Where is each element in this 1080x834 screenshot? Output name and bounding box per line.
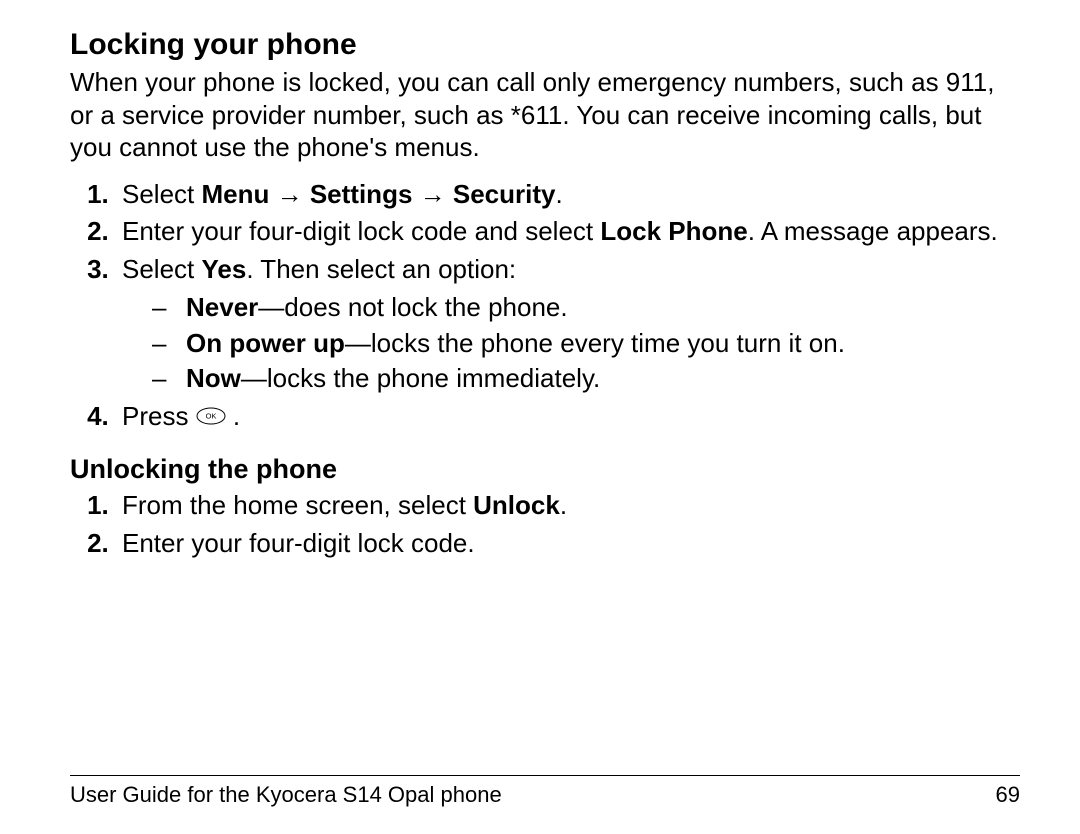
- page-footer: User Guide for the Kyocera S14 Opal phon…: [70, 775, 1020, 808]
- locking-steps: Select Menu → Settings → Security. Enter…: [70, 178, 1020, 437]
- step-3: Select Yes. Then select an option: Never…: [116, 253, 1020, 396]
- step-2-end: . A message appears.: [748, 216, 998, 246]
- step-1: Select Menu → Settings → Security.: [116, 178, 1020, 212]
- step-3-text: Select: [122, 254, 202, 284]
- option-never-text: —does not lock the phone.: [258, 292, 567, 322]
- unlock-step-1-end: .: [560, 490, 567, 520]
- unlock-step-1: From the home screen, select Unlock.: [116, 489, 1020, 523]
- ok-icon-label: OK: [205, 412, 216, 421]
- option-now-label: Now: [186, 363, 241, 393]
- option-now: Now—locks the phone immediately.: [152, 362, 1020, 396]
- step-4-text: Press: [122, 401, 196, 431]
- step-3-yes: Yes: [202, 254, 247, 284]
- option-never-label: Never: [186, 292, 258, 322]
- step-1-text: Select: [122, 179, 202, 209]
- option-onpowerup-label: On power up: [186, 328, 345, 358]
- ok-button-icon: OK: [196, 402, 226, 436]
- unlocking-steps: From the home screen, select Unlock. Ent…: [70, 489, 1020, 561]
- step-2-lockphone: Lock Phone: [600, 216, 747, 246]
- step-2-text: Enter your four-digit lock code and sele…: [122, 216, 600, 246]
- option-never: Never—does not lock the phone.: [152, 291, 1020, 325]
- page: Locking your phone When your phone is lo…: [0, 0, 1080, 834]
- option-onpowerup-text: —locks the phone every time you turn it …: [345, 328, 845, 358]
- option-onpowerup: On power up—locks the phone every time y…: [152, 327, 1020, 361]
- step-3-end: . Then select an option:: [246, 254, 516, 284]
- section-title-locking: Locking your phone: [70, 28, 1020, 62]
- unlock-step-1-text: From the home screen, select: [122, 490, 473, 520]
- arrow-icon: →: [412, 179, 452, 209]
- step-1-menu: Menu: [202, 179, 270, 209]
- intro-paragraph: When your phone is locked, you can call …: [70, 66, 1020, 164]
- section-title-unlocking: Unlocking the phone: [70, 454, 1020, 485]
- unlock-step-1-unlock: Unlock: [473, 490, 560, 520]
- step-2: Enter your four-digit lock code and sele…: [116, 215, 1020, 249]
- step-4: Press OK .: [116, 400, 1020, 436]
- footer-text: User Guide for the Kyocera S14 Opal phon…: [70, 782, 502, 808]
- unlock-step-2: Enter your four-digit lock code.: [116, 527, 1020, 561]
- option-list: Never—does not lock the phone. On power …: [152, 291, 1020, 396]
- footer-page-number: 69: [996, 782, 1020, 808]
- arrow-icon: →: [269, 179, 309, 209]
- option-now-text: —locks the phone immediately.: [241, 363, 600, 393]
- step-1-settings: Settings: [310, 179, 413, 209]
- step-1-end: .: [555, 179, 562, 209]
- unlock-step-2-text: Enter your four-digit lock code.: [122, 528, 475, 558]
- step-4-end: .: [226, 401, 240, 431]
- step-1-security: Security: [453, 179, 556, 209]
